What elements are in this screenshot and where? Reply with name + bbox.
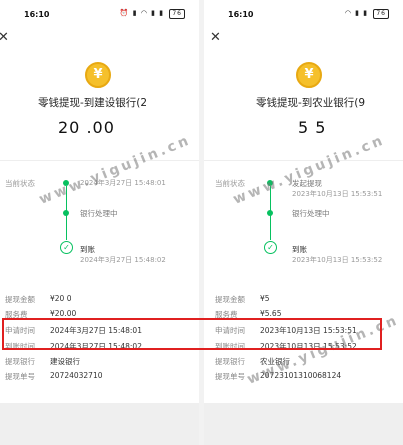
detail-value: 农业银行 [260, 357, 290, 366]
step-2-title: 银行处理中 [80, 209, 118, 218]
signal-icon: ▮ [159, 9, 165, 17]
detail-row-amount: 提现金额 ¥5 [215, 294, 270, 305]
battery-icon: 76 [169, 9, 185, 19]
status-time: 16:10 [228, 10, 254, 19]
step-2: 银行处理中 [292, 208, 330, 219]
withdrawal-detail-right: 16:10 ◠ ▮ ▮ 76 ✕ ¥ 零钱提现-到农业银行(9 5 5 当前状态… [204, 0, 403, 445]
detail-row-bank: 提现银行 农业银行 [215, 356, 290, 367]
step-2-title: 银行处理中 [292, 209, 330, 218]
status-bar: 16:10 ◠ ▮ ▮ 76 [204, 0, 403, 28]
step-dot [267, 210, 273, 216]
check-circle-icon: ✓ [264, 241, 277, 254]
detail-label: 提现银行 [215, 357, 245, 366]
status-icons: ◠ ▮ ▮ 76 [345, 9, 389, 19]
signal-icon: ▮ [151, 9, 157, 17]
step-3: 到账 2024年3月27日 15:48:02 [80, 244, 166, 265]
divider [0, 160, 199, 161]
step-3-title: 到账 [80, 245, 95, 254]
signal-icon: ▮ [132, 9, 138, 17]
amount-text: 20 .00 [58, 118, 115, 137]
detail-value: 建设银行 [50, 357, 80, 366]
detail-label: 提现金额 [5, 295, 35, 304]
detail-value: ¥20 0 [50, 294, 72, 303]
status-bar: 16:10 ⏰ ▮ ◠ ▮ ▮ 76 [0, 0, 199, 28]
wifi-icon: ◠ [140, 9, 148, 17]
withdrawal-amount: 5 5 [298, 118, 326, 137]
step-3-time: 2024年3月27日 15:48:02 [80, 256, 166, 264]
bottom-area [0, 403, 199, 445]
detail-label: 提现金额 [215, 295, 245, 304]
step-1: 发起提现 2023年10月13日 15:53:51 [292, 178, 382, 199]
check-circle-icon: ✓ [60, 241, 73, 254]
withdrawal-title: 零钱提现-到建设银行(2 [38, 97, 148, 109]
alarm-icon: ⏰ [119, 9, 130, 17]
detail-value: ¥5.65 [260, 309, 282, 318]
step-1-time: 2024年3月27日 15:48:01 [80, 179, 166, 187]
yuan-coin-icon: ¥ [296, 62, 322, 88]
step-2: 银行处理中 [80, 208, 118, 219]
detail-row-amount: 提现金额 ¥20 0 [5, 294, 71, 305]
bottom-area [204, 403, 403, 445]
highlight-box [2, 318, 382, 350]
step-1-title: 发起提现 [292, 179, 322, 188]
detail-value: ¥5 [260, 294, 270, 303]
detail-row-order-no: 提现单号 20724032710 [5, 371, 103, 382]
status-icons: ⏰ ▮ ◠ ▮ ▮ 76 [120, 9, 185, 19]
close-icon[interactable]: ✕ [0, 30, 9, 45]
withdrawal-detail-left: 16:10 ⏰ ▮ ◠ ▮ ▮ 76 ✕ ¥ 零钱提现-到建设银行(2 20 .… [0, 0, 199, 445]
step-3-title: 到账 [292, 245, 307, 254]
detail-value: 20724032710 [50, 371, 103, 380]
divider [204, 160, 403, 161]
detail-label: 提现单号 [5, 372, 35, 381]
signal-icon: ▮ [363, 9, 369, 17]
battery-icon: 76 [373, 9, 389, 19]
detail-row-bank: 提现银行 建设银行 [5, 356, 80, 367]
wifi-icon: ◠ [344, 9, 352, 17]
step-3-time: 2023年10月13日 15:53:52 [292, 256, 383, 264]
withdrawal-amount: 20 .00 [58, 118, 115, 137]
detail-value: ¥20.00 [50, 309, 77, 318]
status-time: 16:10 [24, 10, 50, 19]
amount-text: 5 5 [298, 118, 327, 137]
step-dot [63, 210, 69, 216]
yuan-coin-icon: ¥ [85, 62, 111, 88]
step-1-time: 2023年10月13日 15:53:51 [292, 190, 383, 198]
withdrawal-title: 零钱提现-到农业银行(9 [256, 97, 366, 109]
detail-label: 提现单号 [215, 372, 245, 381]
close-icon[interactable]: ✕ [210, 30, 221, 45]
watermark: www.yigujin.cn [36, 132, 194, 208]
detail-value: 20723101310068124 [260, 371, 342, 380]
status-label: 当前状态 [5, 179, 35, 188]
step-3: 到账 2023年10月13日 15:53:52 [292, 244, 382, 265]
status-label: 当前状态 [215, 179, 245, 188]
step-1: 2024年3月27日 15:48:01 [80, 178, 166, 188]
detail-row-order-no: 提现单号 20723101310068124 [215, 371, 341, 382]
signal-icon: ▮ [355, 9, 361, 17]
detail-label: 提现银行 [5, 357, 35, 366]
